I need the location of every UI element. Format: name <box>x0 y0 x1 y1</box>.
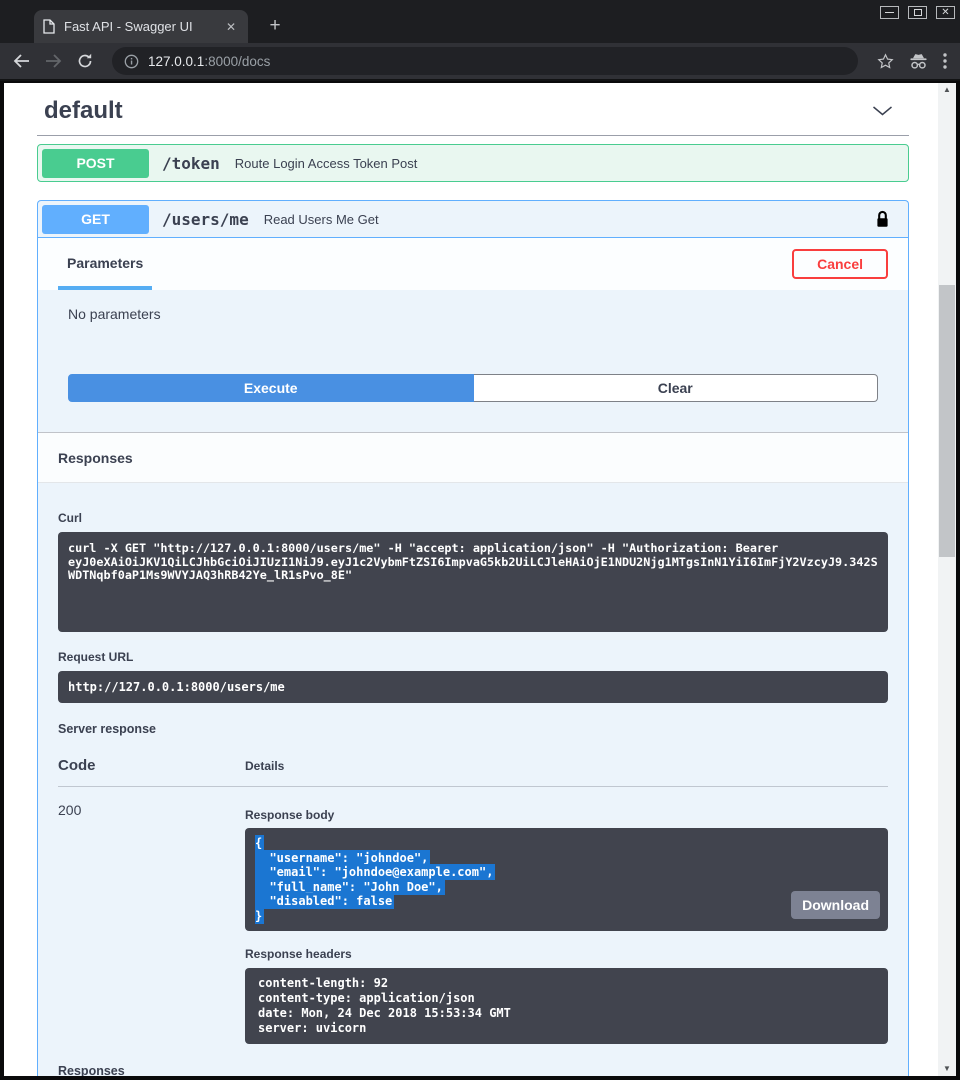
tab-close-icon[interactable]: ✕ <box>223 20 239 34</box>
bookmark-star-icon[interactable] <box>877 53 894 70</box>
default-section-header[interactable]: default <box>37 83 909 133</box>
browser-titlebar: Fast API - Swagger UI ✕ + ✕ <box>0 0 960 43</box>
responses-section-header: Responses <box>38 432 908 483</box>
curl-label: Curl <box>58 511 888 525</box>
back-icon[interactable] <box>13 54 30 68</box>
opblock-post-token[interactable]: POST /token Route Login Access Token Pos… <box>37 144 909 182</box>
response-headers-label: Response headers <box>245 947 888 961</box>
server-response-table-header: Code Details <box>58 757 888 774</box>
get-summary: Read Users Me Get <box>264 212 379 227</box>
get-opblock-header[interactable]: GET /users/me Read Users Me Get <box>38 201 908 238</box>
page-title: default <box>44 97 123 125</box>
responses-title: Responses <box>58 450 133 466</box>
response-body-block: { "username": "johndoe", "email": "johnd… <box>245 828 888 931</box>
scroll-up-icon[interactable]: ▲ <box>938 86 956 94</box>
response-body-label: Response body <box>245 808 888 822</box>
minimize-button[interactable] <box>880 6 899 19</box>
page-favicon-icon <box>43 19 55 34</box>
execute-row: Execute Clear <box>68 374 878 402</box>
page-scrollbar[interactable]: ▲ ▼ <box>938 83 956 1076</box>
execute-button[interactable]: Execute <box>68 374 474 402</box>
tab-title: Fast API - Swagger UI <box>64 19 223 34</box>
server-response-label: Server response <box>58 722 888 736</box>
swagger-page: default POST /token Route Login Access T… <box>4 83 956 1076</box>
curl-command-text: curl -X GET "http://127.0.0.1:8000/users… <box>68 542 878 583</box>
parameters-header: Parameters Cancel <box>38 238 908 290</box>
code-column-header: Code <box>58 757 245 774</box>
browser-menu-icon[interactable] <box>943 53 947 69</box>
response-body-json: { "username": "johndoe", "email": "johnd… <box>255 836 878 923</box>
request-url-text: http://127.0.0.1:8000/users/me <box>68 680 878 694</box>
url-text[interactable]: 127.0.0.1:8000/docs <box>148 54 270 69</box>
new-tab-button[interactable]: + <box>262 13 288 39</box>
table-divider <box>58 786 888 787</box>
browser-tab[interactable]: Fast API - Swagger UI ✕ <box>34 10 248 43</box>
scroll-down-icon[interactable]: ▼ <box>938 1065 956 1073</box>
url-path: :8000/docs <box>204 54 270 69</box>
responses-body: Curl curl -X GET "http://127.0.0.1:8000/… <box>38 483 908 1076</box>
opblock-get-users-me: GET /users/me Read Users Me Get Paramete… <box>37 200 909 1076</box>
get-path: /users/me <box>162 210 249 229</box>
download-button[interactable]: Download <box>791 891 880 919</box>
parameters-body: No parameters Execute Clear <box>38 290 908 432</box>
site-info-icon[interactable] <box>124 54 139 69</box>
get-method-badge: GET <box>42 205 149 234</box>
post-method-badge: POST <box>42 149 149 178</box>
response-headers-block: content-length: 92 content-type: applica… <box>245 968 888 1044</box>
address-bar[interactable]: 127.0.0.1:8000/docs <box>112 47 858 75</box>
url-host: 127.0.0.1 <box>148 54 204 69</box>
section-divider <box>37 135 909 136</box>
incognito-icon[interactable] <box>909 53 928 70</box>
auth-lock-icon[interactable] <box>875 209 890 229</box>
scrollbar-thumb[interactable] <box>939 285 955 557</box>
request-url-label: Request URL <box>58 650 888 664</box>
browser-toolbar: 127.0.0.1:8000/docs <box>0 43 960 81</box>
maximize-button[interactable] <box>908 6 927 19</box>
details-column-header: Details <box>245 759 284 773</box>
status-code: 200 <box>58 799 245 1044</box>
request-url-block: http://127.0.0.1:8000/users/me <box>58 671 888 703</box>
chevron-down-icon[interactable] <box>872 106 893 116</box>
close-button[interactable]: ✕ <box>936 6 955 19</box>
swagger-content: default POST /token Route Login Access T… <box>4 83 938 1076</box>
no-parameters-text: No parameters <box>68 306 878 322</box>
tab-parameters[interactable]: Parameters <box>58 238 152 290</box>
cancel-button[interactable]: Cancel <box>792 249 888 279</box>
server-response-row: 200 Response body { "username": "johndoe… <box>58 799 888 1044</box>
responses-label: Responses <box>58 1064 888 1076</box>
curl-command-block: curl -X GET "http://127.0.0.1:8000/users… <box>58 532 888 632</box>
post-summary: Route Login Access Token Post <box>235 156 418 171</box>
forward-icon[interactable] <box>45 54 62 68</box>
post-path: /token <box>162 154 220 173</box>
window-controls: ✕ <box>880 6 955 19</box>
reload-icon[interactable] <box>77 53 93 69</box>
response-headers-text: content-length: 92 content-type: applica… <box>258 976 875 1036</box>
clear-button[interactable]: Clear <box>474 374 879 402</box>
